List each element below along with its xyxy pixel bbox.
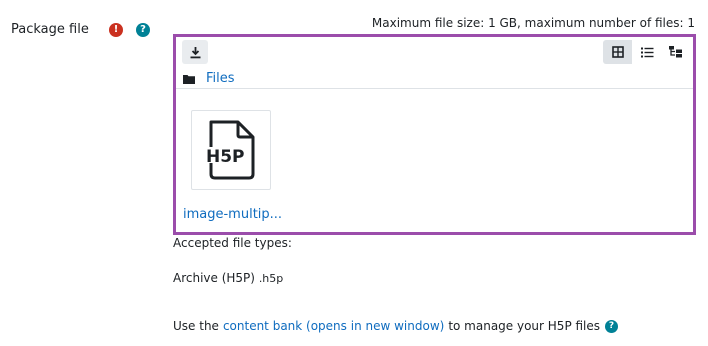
view-icons-button[interactable] bbox=[603, 40, 632, 64]
download-button[interactable] bbox=[182, 40, 208, 64]
file-thumbnail[interactable]: H5P bbox=[191, 110, 271, 190]
h5p-file-icon: H5P bbox=[205, 120, 255, 180]
note-suffix: to manage your H5P files bbox=[448, 319, 601, 333]
accepted-file-type: Archive (H5P) .h5p bbox=[173, 271, 283, 285]
files-path-link[interactable]: Files bbox=[206, 71, 235, 86]
view-list-button[interactable] bbox=[634, 40, 660, 64]
content-bank-link[interactable]: content bank (opens in new window) bbox=[223, 319, 444, 333]
package-file-label: Package file bbox=[11, 22, 89, 37]
note-prefix: Use the bbox=[173, 319, 219, 333]
file-type-name: Archive (H5P) bbox=[173, 271, 255, 285]
folder-icon bbox=[183, 74, 195, 84]
file-name-link[interactable]: image-multip... bbox=[183, 207, 282, 222]
icons-view-icon bbox=[611, 46, 624, 58]
list-view-icon bbox=[640, 47, 653, 57]
file-type-extension: .h5p bbox=[258, 272, 284, 285]
content-bank-help-icon[interactable]: ? bbox=[605, 319, 619, 333]
max-file-size-text: Maximum file size: 1 GB, maximum number … bbox=[371, 16, 695, 30]
accepted-file-types-label: Accepted file types: bbox=[173, 236, 292, 250]
file-picker[interactable]: Files H5P image-multip... bbox=[173, 34, 696, 235]
tree-view-icon bbox=[669, 46, 682, 58]
content-bank-note: Use the content bank (opens in new windo… bbox=[173, 319, 619, 333]
view-tree-button[interactable] bbox=[663, 40, 689, 64]
divider bbox=[176, 88, 693, 89]
download-icon bbox=[190, 46, 200, 58]
help-icon[interactable]: ? bbox=[136, 23, 150, 37]
breadcrumb: Files bbox=[183, 71, 235, 86]
h5p-icon-text: H5P bbox=[206, 147, 245, 167]
required-icon[interactable]: ! bbox=[109, 23, 123, 37]
